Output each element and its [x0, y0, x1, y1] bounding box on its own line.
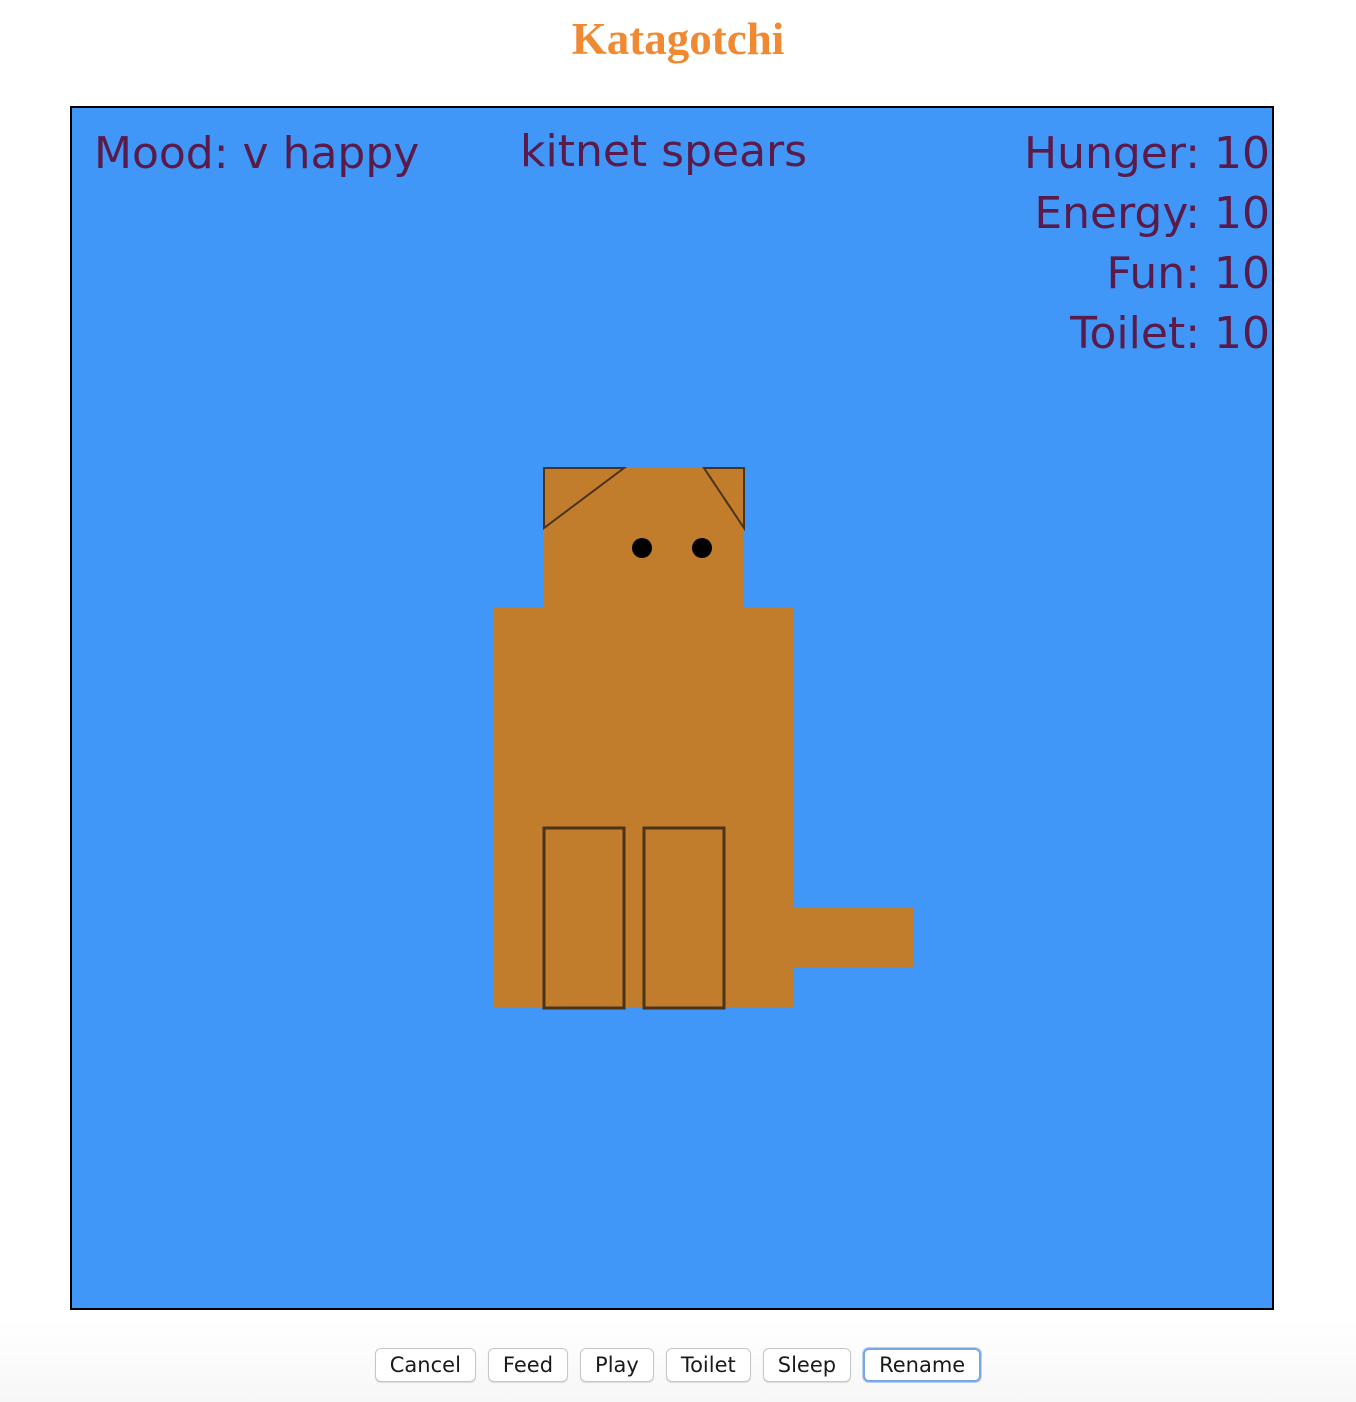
cat-left-leg [542, 826, 626, 1010]
cat-right-leg [642, 826, 726, 1010]
cancel-button[interactable]: Cancel [374, 1348, 476, 1382]
game-canvas[interactable]: Mood: v happy kitnet spears Hunger: 10 E… [70, 106, 1274, 1310]
mood-label: Mood: v happy [94, 128, 420, 179]
cat-tail [792, 908, 914, 968]
page-title: Katagotchi [571, 14, 785, 64]
sleep-button[interactable]: Sleep [762, 1348, 852, 1382]
pet-name-label: kitnet spears [520, 126, 808, 177]
toilet-button[interactable]: Toilet [665, 1348, 751, 1382]
stat-fun: Fun: 10 [1106, 248, 1270, 299]
controls-bar: Cancel Feed Play Toilet Sleep Rename [0, 1320, 1356, 1402]
play-button[interactable]: Play [580, 1348, 654, 1382]
page: Katagotchi Mood: v happy kitnet spears H… [0, 0, 1356, 1402]
stat-hunger: Hunger: 10 [1024, 128, 1270, 179]
feed-button[interactable]: Feed [487, 1348, 569, 1382]
stat-energy: Energy: 10 [1034, 188, 1270, 239]
cat-left-eye [632, 538, 652, 558]
stats-panel: Hunger: 10 Energy: 10 Fun: 10 Toilet: 10 [1024, 124, 1270, 364]
cat-right-eye [692, 538, 712, 558]
rename-button[interactable]: Rename [863, 1348, 982, 1382]
stat-toilet: Toilet: 10 [1070, 308, 1270, 359]
